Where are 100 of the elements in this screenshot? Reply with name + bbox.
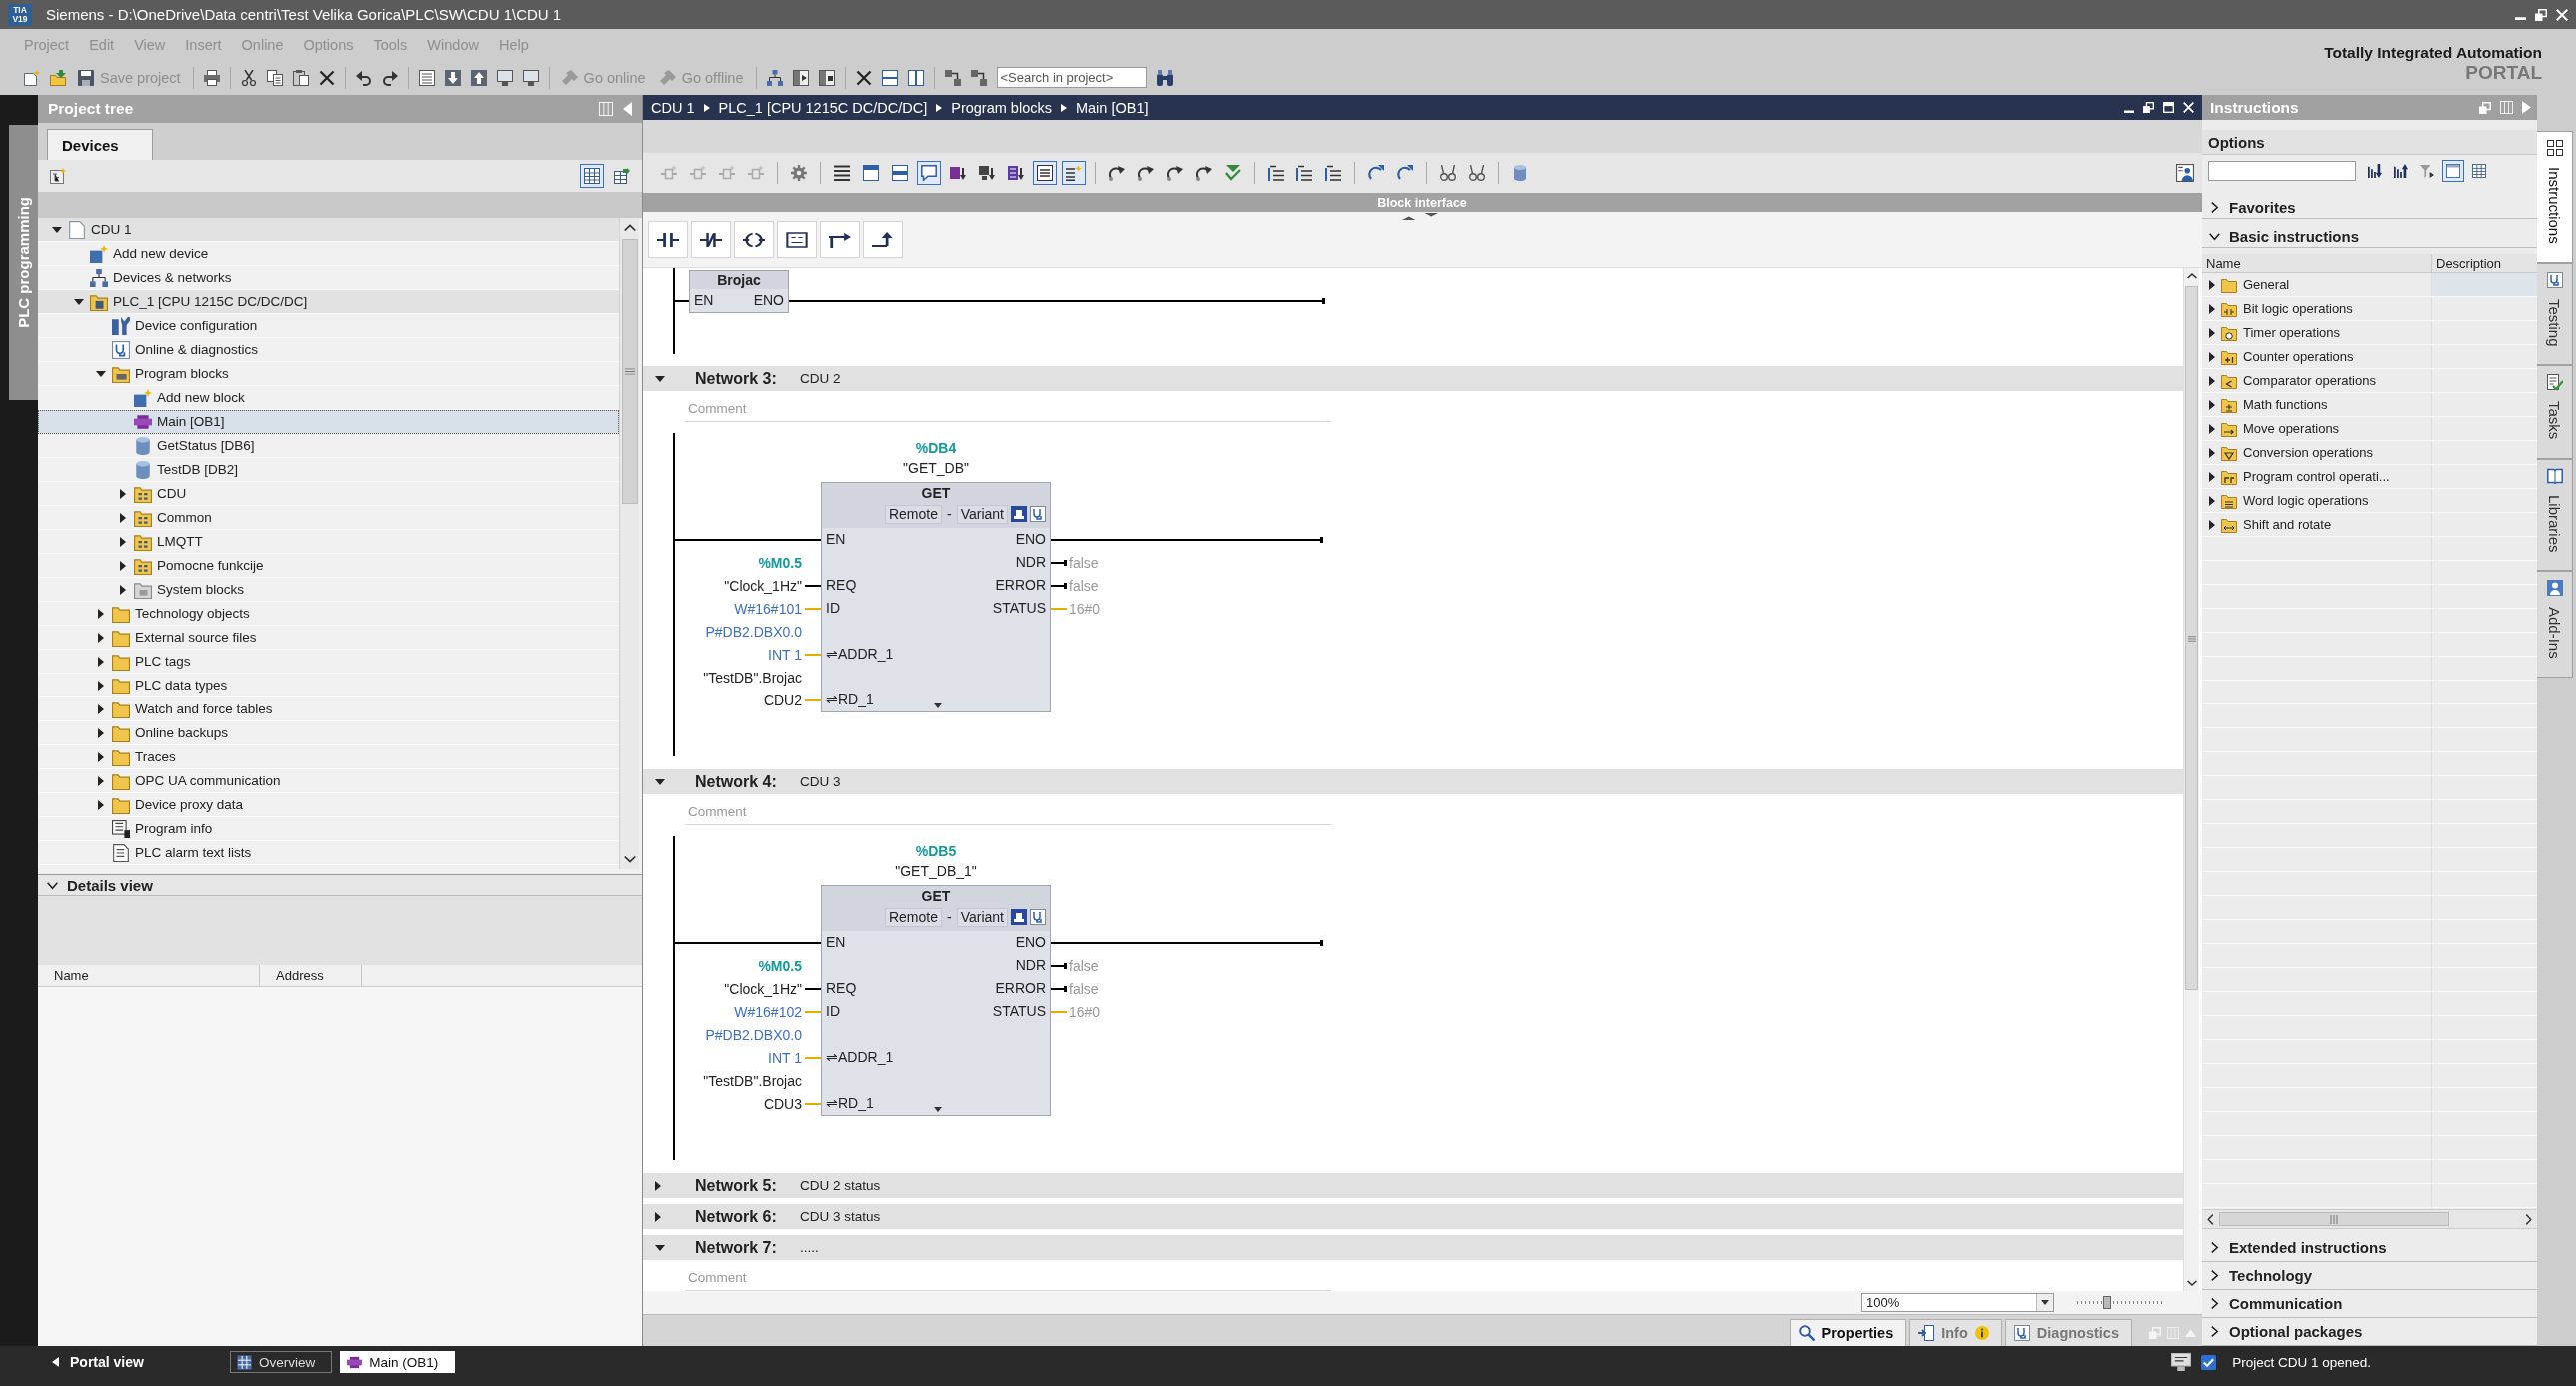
caret-right-icon[interactable] [98,608,104,619]
mode-label[interactable]: Variant [956,504,1008,524]
tree-item[interactable]: CDU 1 [38,218,619,242]
caret-right-icon[interactable] [2209,471,2215,482]
close-icon[interactable] [2183,102,2194,113]
tree-item[interactable]: Main [OB1] [38,410,619,434]
redo-icon[interactable] [381,69,398,86]
instruction-item[interactable]: Shift and rotate [2202,513,2537,537]
scissors-icon[interactable] [240,69,257,86]
favorite-button[interactable] [648,221,688,258]
function-block[interactable]: GET Remote - Variant EN REQ ID ⇌ADDR_1 ⇌RD_1 ENO NDR ERROR STATUS [821,885,1051,1116]
tree-item[interactable]: CDU [38,482,619,506]
tree-item[interactable]: PLC alarm text lists [38,841,619,865]
breadcrumb-item[interactable]: CDU 1 [651,99,695,116]
editor-tab[interactable]: Main (OB1) [340,1351,456,1373]
binoculars-icon[interactable] [1156,69,1173,86]
stethoscope-icon[interactable] [1030,506,1046,522]
instruction-item[interactable]: Comparator operations [2202,369,2537,393]
column-header[interactable]: Name [38,965,260,986]
caret-right-icon[interactable] [2209,303,2215,314]
favorite-button[interactable] [863,221,903,258]
caret-right-icon[interactable] [98,656,104,667]
triangle-left-icon[interactable] [623,102,632,116]
tree-item[interactable]: GetStatus [DB6] [38,434,619,458]
caret-down-icon[interactable] [934,1107,942,1112]
caret-down-icon[interactable] [2041,1300,2049,1305]
screen-person-icon[interactable] [2176,164,2194,182]
function-block[interactable]: Brojac EN ENO [689,270,789,313]
panel-icon[interactable] [2442,159,2464,182]
caret-right-icon[interactable] [98,751,104,762]
mode-label[interactable]: Remote [884,907,942,927]
side-tab[interactable]: Instructions [2537,131,2573,263]
caret-right-icon[interactable] [98,632,104,643]
tab[interactable]: Devices [47,129,153,160]
caret-down-icon[interactable] [934,703,942,708]
table-icon[interactable] [580,164,604,188]
tree-item[interactable]: Device proxy data [38,793,619,817]
search-field[interactable]: <Search in project> [996,67,1147,88]
clipboard-icon[interactable] [292,69,309,86]
arrow-right-icon[interactable] [2524,1213,2533,1225]
caret-right-icon[interactable] [655,1180,661,1191]
tree-item[interactable]: Online & diagnostics [38,338,619,362]
editor-tab[interactable]: Overview [230,1351,333,1373]
caret-right-icon[interactable] [120,488,126,499]
arrow-left-icon[interactable] [2206,1213,2215,1225]
chevron-right-icon[interactable] [2209,202,2220,213]
caret-right-icon[interactable] [98,799,104,810]
favorite-button[interactable] [777,221,817,258]
tree-item[interactable]: Device configuration [38,314,619,338]
restore-icon[interactable] [2143,102,2154,113]
caret-down-icon[interactable] [96,370,106,377]
tree-item[interactable]: PLC_1 [CPU 1215C DC/DC/DC] [38,290,619,314]
caret-right-icon[interactable] [655,1211,661,1222]
favorite-button[interactable] [734,221,774,258]
caret-right-icon[interactable] [98,727,104,738]
side-tab[interactable]: Tasks [2537,365,2573,459]
caret-down-icon[interactable] [655,778,665,785]
tree-item[interactable]: PLC tags [38,650,619,674]
arrow-up-icon[interactable] [2186,272,2197,280]
slider-thumb[interactable] [2103,1295,2112,1309]
chevron-right-icon[interactable] [2209,1242,2220,1253]
caret-right-icon[interactable] [98,703,104,714]
chevron-right-icon[interactable] [2209,1270,2220,1281]
tab[interactable]: Properties [1789,1319,1907,1346]
caret-right-icon[interactable] [2209,495,2215,506]
monitor-icon[interactable] [496,69,513,86]
scrollbar[interactable] [2183,268,2199,1291]
caret-down-icon[interactable] [655,375,665,382]
instruction-item[interactable]: Move operations [2202,417,2537,441]
restore-icon[interactable] [2535,8,2547,21]
split-horizontal-icon[interactable] [881,69,898,86]
monitor-icon[interactable] [2171,1353,2192,1371]
instruction-item[interactable]: Math functions [2202,393,2537,417]
printer-icon[interactable] [203,69,220,86]
hierarchy-icon[interactable] [766,69,783,86]
panel-square-icon[interactable] [818,69,835,86]
tree-item[interactable]: LMQTT [38,530,619,554]
mode-label[interactable]: Remote [884,504,942,524]
scrollbar[interactable] [619,218,639,869]
tree-item[interactable]: System blocks [38,578,619,602]
speech-bubble-icon[interactable] [917,161,941,185]
tree-item[interactable]: Online backups [38,721,619,745]
tree-item[interactable]: External source files [38,626,619,650]
side-tab[interactable]: Libraries [2537,458,2573,572]
tree-item[interactable]: Watch and force tables [38,697,619,721]
caret-right-icon[interactable] [2209,279,2215,290]
caret-right-icon[interactable] [98,775,104,786]
favorite-button[interactable] [691,221,731,258]
caret-right-icon[interactable] [2209,399,2215,410]
caret-right-icon[interactable] [120,560,126,571]
mode-label[interactable]: Variant [956,907,1008,927]
blocks-arrow-icon[interactable] [970,69,987,86]
scrollbar[interactable] [2202,1209,2537,1229]
zoom-field[interactable]: 100% [1861,1293,2054,1312]
caret-right-icon[interactable] [2209,447,2215,458]
column-header[interactable]: Address [260,965,362,986]
document-star-icon[interactable] [24,69,40,86]
tree-item[interactable]: PLC data types [38,674,619,697]
column-header[interactable]: Name [2202,254,2432,272]
close-icon[interactable] [2556,8,2568,21]
